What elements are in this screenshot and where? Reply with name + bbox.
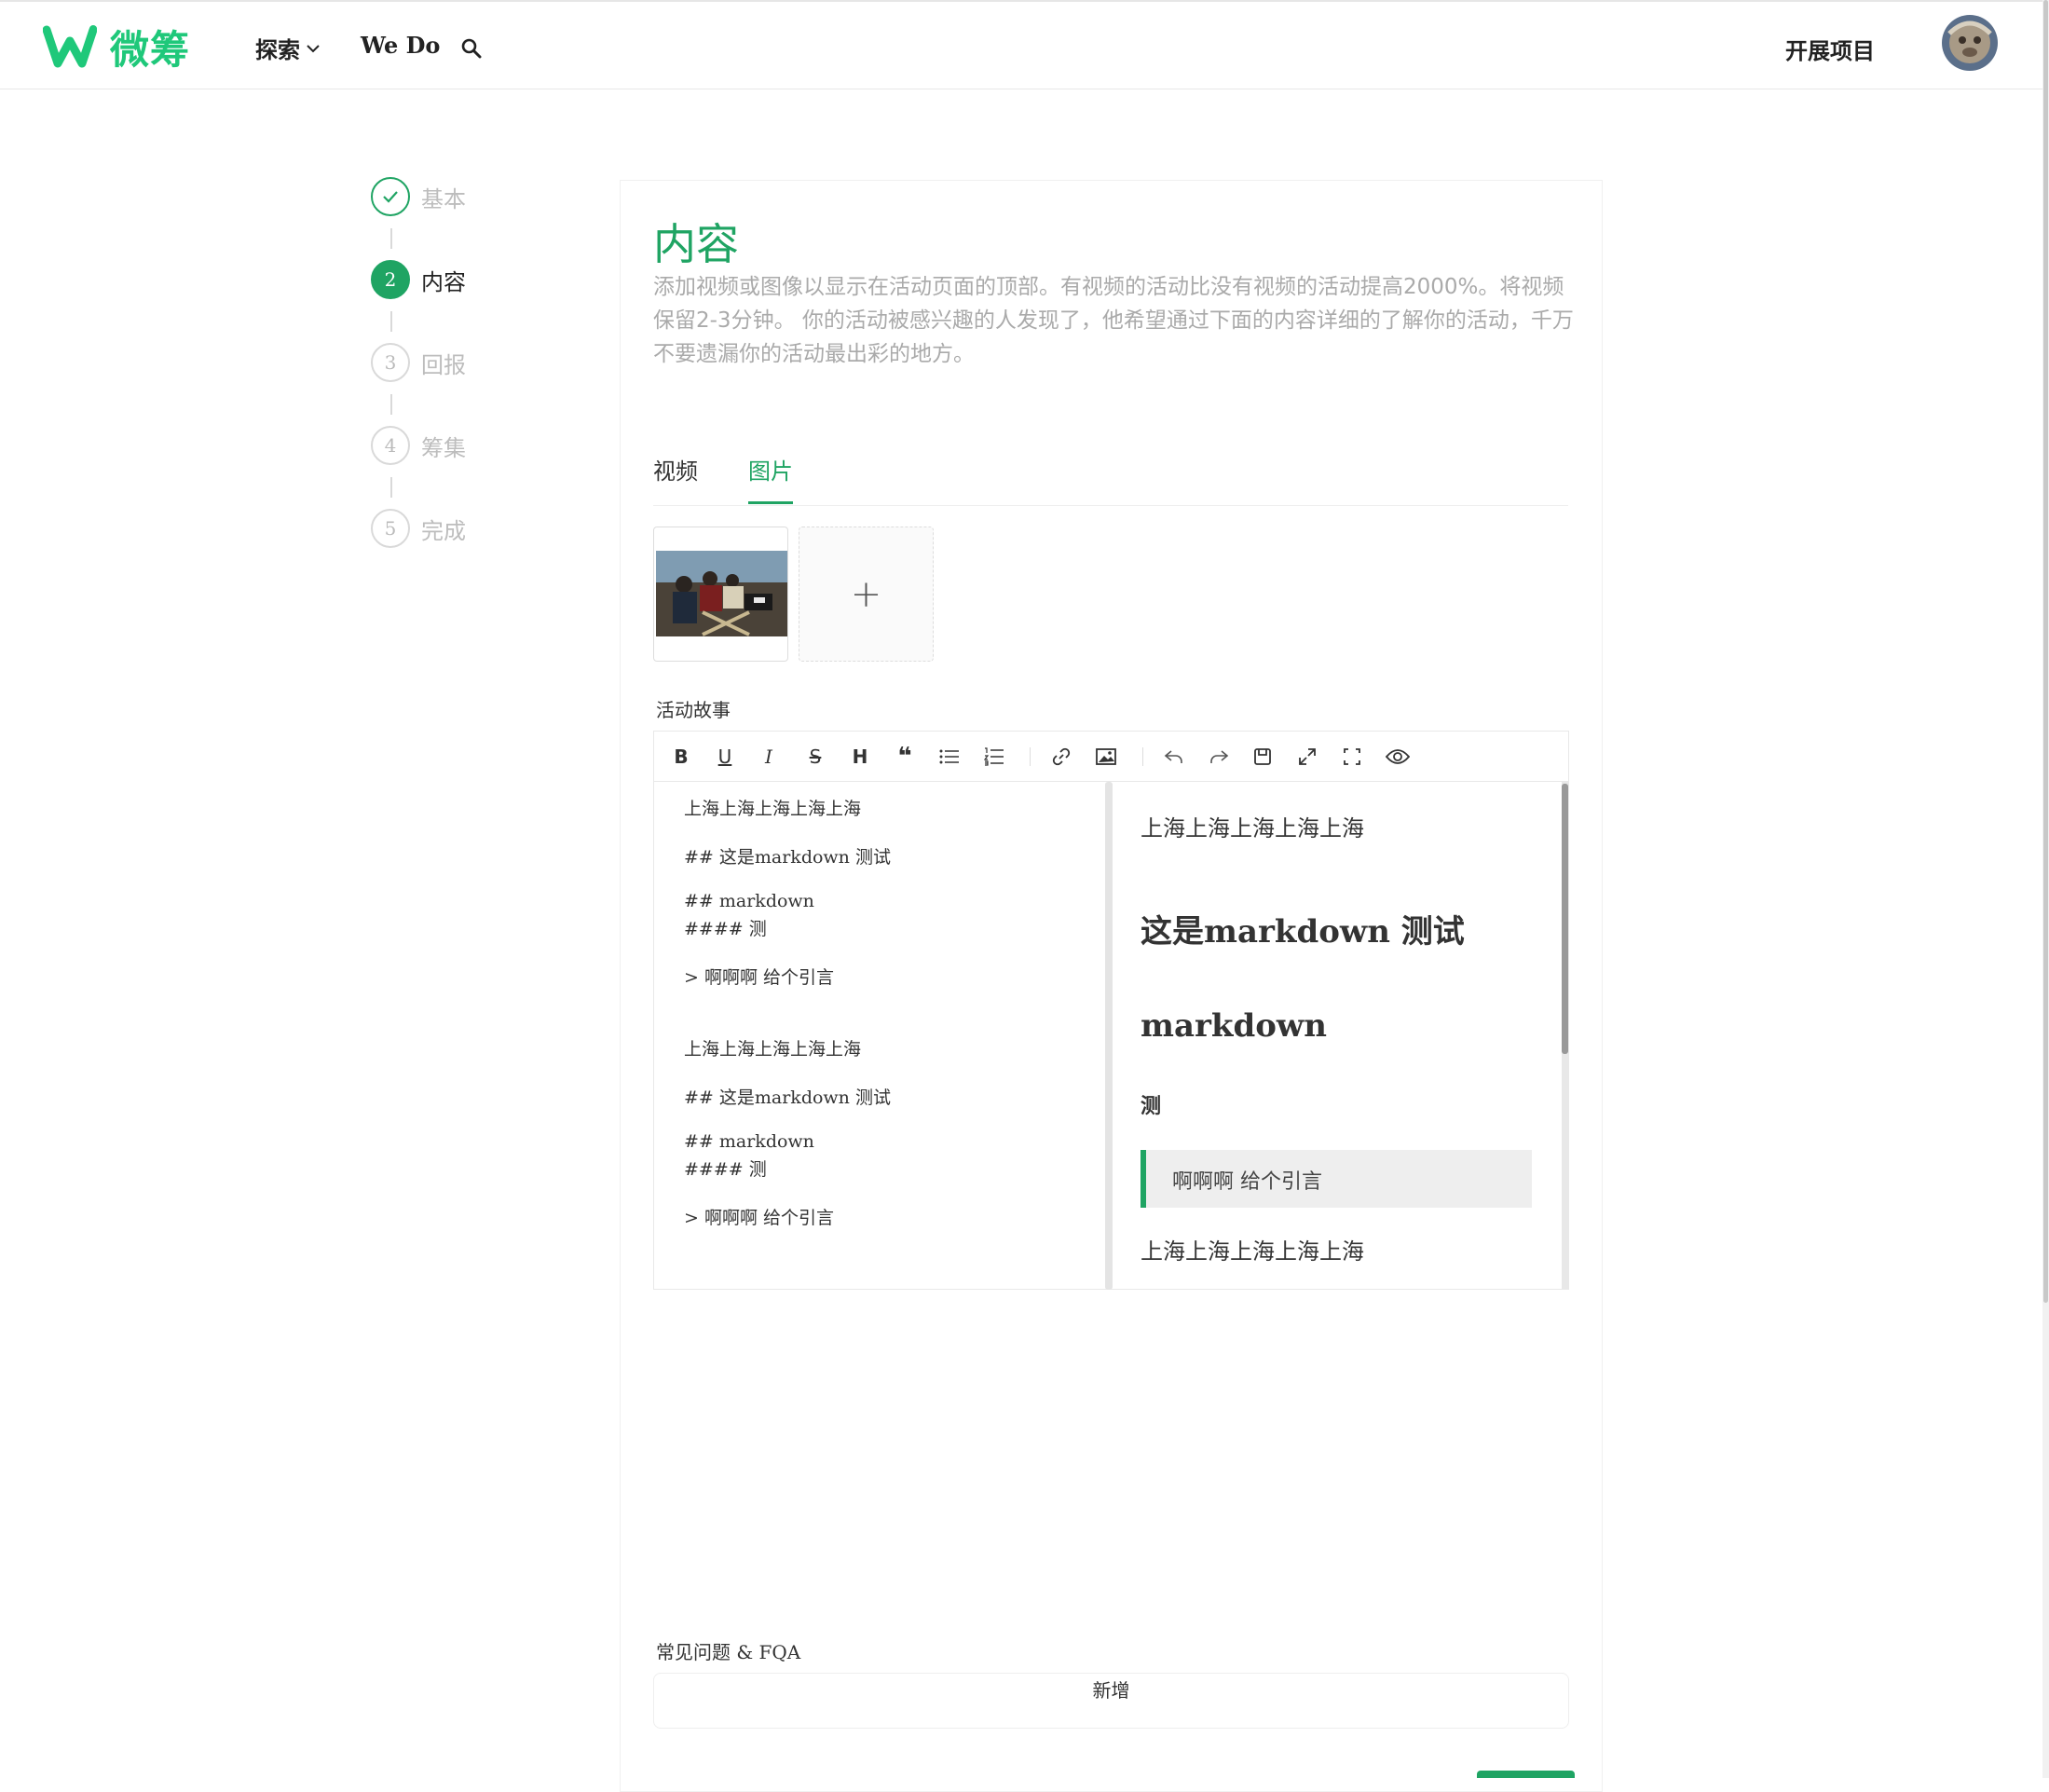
avatar[interactable] bbox=[1942, 15, 1998, 71]
nav-explore-label: 探索 bbox=[255, 37, 300, 63]
source-line: > 啊啊啊 给个引言 bbox=[684, 1208, 834, 1228]
step-label: 内容 bbox=[421, 268, 466, 295]
step-label: 完成 bbox=[421, 517, 466, 544]
plus-icon: + bbox=[850, 572, 882, 616]
source-line: 上海上海上海上海上海 bbox=[684, 799, 862, 819]
step-number: 4 bbox=[371, 426, 410, 465]
source-line: ## markdown bbox=[684, 891, 814, 911]
redo-icon[interactable] bbox=[1207, 745, 1231, 769]
preview-eye-icon[interactable] bbox=[1386, 745, 1410, 769]
search-icon[interactable] bbox=[460, 37, 483, 60]
nav-wedo[interactable]: We Do bbox=[361, 32, 440, 59]
editor-toolbar: B U I S H ❝ bbox=[654, 732, 1568, 782]
step-label: 筹集 bbox=[421, 434, 466, 461]
save-icon[interactable] bbox=[1250, 745, 1275, 769]
step-number: 3 bbox=[371, 343, 410, 382]
preview-heading: 这是markdown 测试 bbox=[1141, 913, 1465, 951]
step-number: 5 bbox=[371, 509, 410, 548]
logo-text: 微筹 bbox=[110, 26, 191, 73]
step-label: 基本 bbox=[421, 185, 466, 212]
toolbar-divider bbox=[1030, 747, 1031, 766]
source-line: ## 这是markdown 测试 bbox=[684, 1088, 891, 1108]
step-connector bbox=[390, 311, 392, 332]
preview-paragraph: 上海上海上海上海上海 bbox=[1141, 815, 1364, 841]
image-preview bbox=[656, 551, 787, 636]
source-line: #### 测 bbox=[684, 1159, 767, 1180]
logo[interactable]: 微筹 bbox=[43, 21, 190, 73]
nav-explore[interactable]: 探索 bbox=[255, 32, 321, 64]
unordered-list-icon[interactable] bbox=[937, 745, 962, 769]
bold-icon[interactable]: B bbox=[669, 745, 693, 769]
add-image-button[interactable]: + bbox=[799, 527, 934, 662]
markdown-preview-pane: 上海上海上海上海上海 这是markdown 测试 markdown 测 啊啊啊 … bbox=[1113, 782, 1569, 1290]
step-connector bbox=[390, 477, 392, 498]
section-description: 添加视频或图像以显示在活动页面的顶部。有视频的活动比没有视频的活动提高2000%… bbox=[653, 275, 1574, 366]
step-label: 回报 bbox=[421, 351, 466, 378]
toolbar-divider bbox=[1142, 747, 1143, 766]
fullscreen-icon[interactable] bbox=[1295, 745, 1319, 769]
heading-icon[interactable]: H bbox=[848, 745, 872, 769]
next-button[interactable] bbox=[1477, 1771, 1575, 1778]
preview-scrollbar-thumb[interactable] bbox=[1562, 784, 1568, 1054]
top-nav: 微筹 探索 We Do 开展项目 bbox=[0, 0, 2042, 89]
quote-icon[interactable]: ❝ bbox=[893, 743, 917, 771]
source-line: > 啊啊啊 给个引言 bbox=[684, 967, 834, 988]
step-funding[interactable]: 4 筹集 bbox=[371, 426, 466, 465]
step-connector bbox=[390, 228, 392, 249]
uploaded-image-thumbnail[interactable] bbox=[653, 527, 788, 662]
faq-label: 常见问题 & FQA bbox=[656, 1641, 801, 1663]
step-content[interactable]: 2 内容 bbox=[371, 260, 466, 299]
preview-blockquote: 啊啊啊 给个引言 bbox=[1141, 1150, 1532, 1208]
source-line: ## markdown bbox=[684, 1131, 814, 1152]
fullscreen-exit-icon[interactable] bbox=[1340, 745, 1364, 769]
check-icon bbox=[371, 177, 410, 216]
underline-icon[interactable]: U bbox=[713, 745, 737, 769]
logo-w-icon bbox=[43, 25, 97, 68]
story-label: 活动故事 bbox=[656, 699, 731, 721]
tab-image[interactable]: 图片 bbox=[748, 453, 793, 486]
preview-paragraph: 上海上海上海上海上海 bbox=[1141, 1238, 1364, 1265]
media-tabs: 视频 图片 bbox=[653, 447, 1568, 506]
step-basic[interactable]: 基本 bbox=[371, 177, 466, 216]
step-number: 2 bbox=[371, 260, 410, 299]
link-icon[interactable] bbox=[1049, 745, 1073, 769]
source-line: ## 这是markdown 测试 bbox=[684, 847, 891, 868]
image-icon[interactable] bbox=[1094, 745, 1118, 769]
markdown-editor: B U I S H ❝ 上海上海上海上海上海 ## 这是markdown 测试 … bbox=[653, 731, 1569, 1290]
page-scrollbar-thumb[interactable] bbox=[2043, 0, 2048, 1303]
preview-quote-text: 啊啊啊 给个引言 bbox=[1172, 1170, 1322, 1194]
source-line: #### 测 bbox=[684, 919, 767, 939]
italic-icon[interactable]: I bbox=[757, 745, 781, 769]
ordered-list-icon[interactable] bbox=[982, 745, 1006, 769]
chevron-down-icon bbox=[307, 44, 320, 52]
preview-heading: markdown bbox=[1141, 1007, 1327, 1045]
markdown-source-pane[interactable]: 上海上海上海上海上海 ## 这是markdown 测试 ## markdown … bbox=[654, 782, 1105, 1290]
add-faq-button[interactable]: 新增 bbox=[654, 1674, 1568, 1707]
source-line: 上海上海上海上海上海 bbox=[684, 1039, 862, 1060]
tab-video[interactable]: 视频 bbox=[653, 453, 698, 486]
pane-splitter[interactable] bbox=[1105, 782, 1113, 1290]
preview-subheading: 测 bbox=[1141, 1095, 1162, 1118]
section-title: 内容 bbox=[653, 219, 739, 269]
strikethrough-icon[interactable]: S bbox=[803, 745, 827, 769]
step-connector bbox=[390, 394, 392, 415]
step-rewards[interactable]: 3 回报 bbox=[371, 343, 466, 382]
tab-active-indicator bbox=[748, 501, 793, 504]
undo-icon[interactable] bbox=[1162, 745, 1186, 769]
start-project-link[interactable]: 开展项目 bbox=[1785, 33, 1875, 65]
faq-list: 新增 bbox=[653, 1673, 1569, 1729]
step-finish[interactable]: 5 完成 bbox=[371, 509, 466, 548]
